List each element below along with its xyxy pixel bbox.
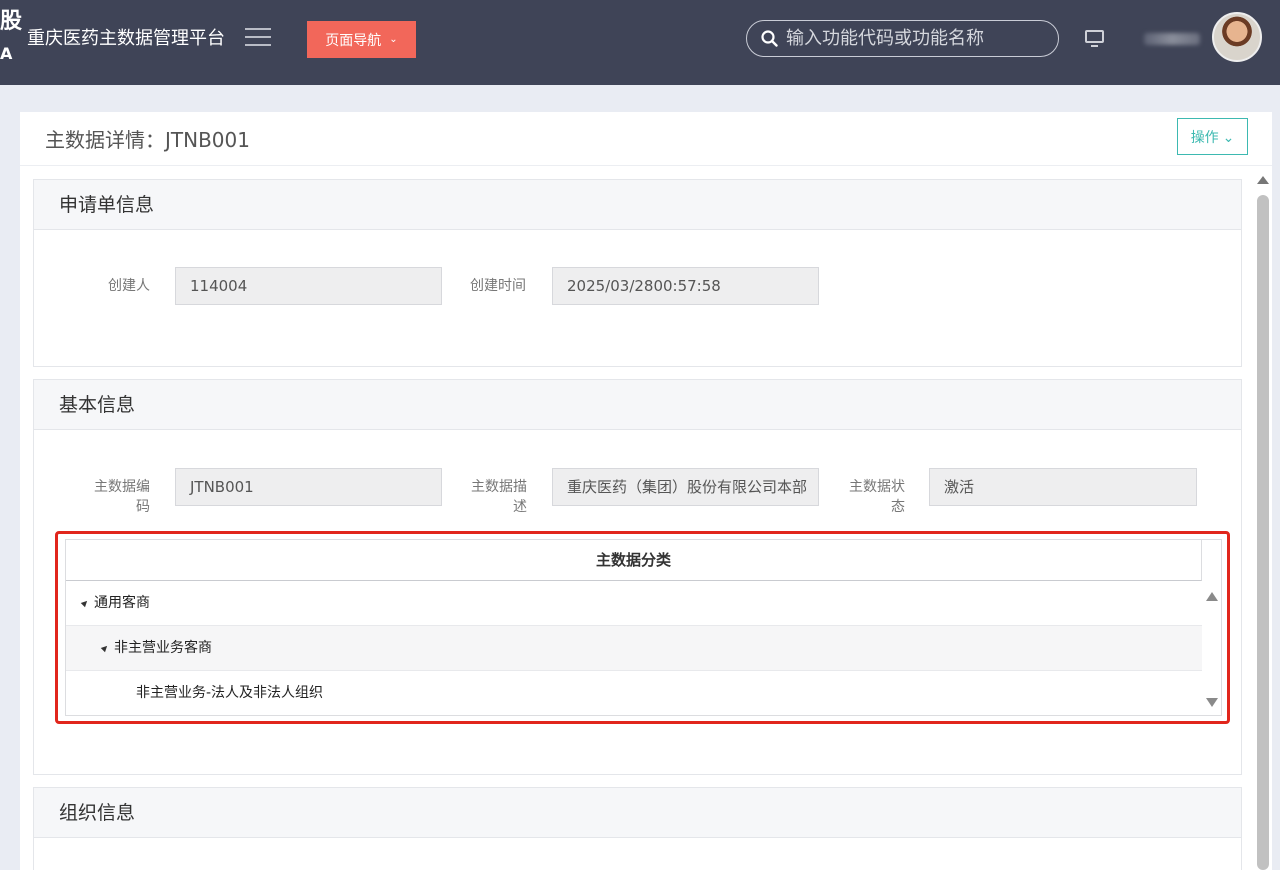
- monitor-icon[interactable]: [1084, 29, 1106, 49]
- creator-field[interactable]: 114004: [175, 267, 442, 305]
- tree-row-label: 非主营业务-法人及非法人组织: [136, 685, 324, 701]
- desc-label: 主数据描 述: [447, 477, 527, 517]
- created-time-label: 创建时间: [470, 278, 526, 294]
- category-tree-grid: 主数据分类 通用客商 非主营业务客商 非主营业务-法人及非法人组织: [65, 539, 1222, 716]
- search-icon: [761, 30, 778, 47]
- actions-button[interactable]: 操作 ⌄: [1177, 118, 1248, 155]
- chevron-down-icon: ⌄: [1222, 128, 1235, 145]
- grid-scroll-down-icon[interactable]: [1206, 698, 1218, 707]
- section-title: 组织信息: [34, 788, 1241, 838]
- organization-info-section: 组织信息: [33, 787, 1242, 870]
- page-scrollbar[interactable]: [1257, 195, 1269, 870]
- username-blurred: [1144, 33, 1200, 45]
- expand-triangle-icon[interactable]: [80, 598, 90, 608]
- code-label-line2: 码: [136, 499, 150, 515]
- creator-label: 创建人: [108, 278, 150, 294]
- page-title: 主数据详情：JTNB001: [45, 128, 250, 152]
- code-label: 主数据编 码: [70, 477, 150, 517]
- app-title: 重庆医药主数据管理平台: [27, 28, 225, 49]
- actions-label: 操作: [1190, 128, 1219, 145]
- code-label-line1: 主数据编: [94, 479, 150, 495]
- grid-scroll-up-icon[interactable]: [1206, 592, 1218, 601]
- search-input[interactable]: [786, 28, 1046, 49]
- created-time-field[interactable]: 2025/03/2800:57:58: [552, 267, 819, 305]
- page-nav-button[interactable]: 页面导航 ⌄: [307, 21, 416, 58]
- status-label-line2: 态: [891, 499, 905, 515]
- tree-row[interactable]: 非主营业务-法人及非法人组织: [66, 671, 1202, 716]
- grid-header: 主数据分类: [66, 540, 1202, 581]
- scroll-up-icon[interactable]: [1257, 176, 1269, 184]
- avatar[interactable]: [1212, 12, 1262, 62]
- logo-mark: 股: [0, 9, 23, 34]
- panel-header: 主数据详情：JTNB001 操作 ⌄: [20, 112, 1272, 166]
- status-field[interactable]: 激活: [929, 468, 1197, 506]
- desc-label-line1: 主数据描: [471, 479, 527, 495]
- top-bar: 股 A 重庆医药主数据管理平台 页面导航 ⌄: [0, 0, 1280, 85]
- tree-row-label: 非主营业务客商: [114, 640, 212, 656]
- section-title: 申请单信息: [34, 180, 1241, 230]
- expand-triangle-icon[interactable]: [100, 643, 110, 653]
- logo-mark-sub: A: [0, 44, 13, 63]
- code-field[interactable]: JTNB001: [175, 468, 442, 506]
- desc-label-line2: 述: [513, 499, 527, 515]
- search-box[interactable]: [746, 20, 1059, 57]
- tree-row-label: 通用客商: [94, 595, 150, 611]
- page-nav-label: 页面导航: [325, 31, 382, 48]
- status-label: 主数据状 态: [825, 477, 905, 517]
- tree-row[interactable]: 非主营业务客商: [66, 626, 1202, 671]
- section-title: 基本信息: [34, 380, 1241, 430]
- chevron-down-icon: ⌄: [389, 34, 398, 45]
- status-label-line1: 主数据状: [849, 479, 905, 495]
- menu-toggle-icon[interactable]: [245, 28, 271, 48]
- desc-field[interactable]: 重庆医药（集团）股份有限公司本部: [552, 468, 819, 506]
- tree-row[interactable]: 通用客商: [66, 581, 1202, 626]
